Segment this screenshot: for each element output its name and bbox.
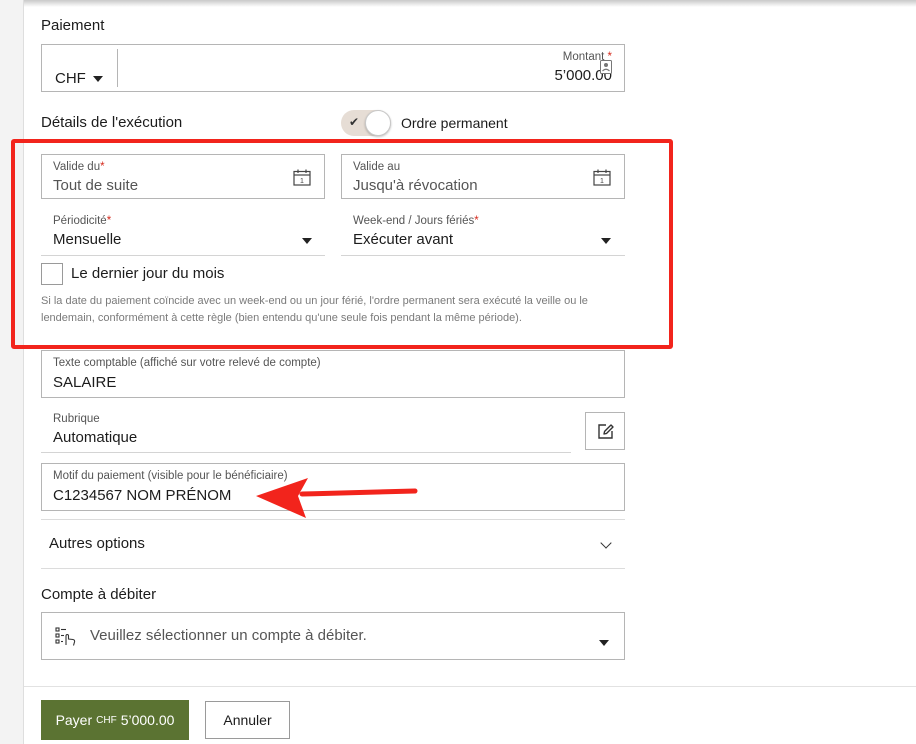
- contact-icon: [600, 60, 612, 74]
- more-options-label: Autres options: [49, 535, 145, 552]
- payment-section-title: Paiement: [41, 17, 105, 34]
- standing-order-label: Ordre permanent: [401, 115, 508, 131]
- currency-value: CHF: [55, 70, 86, 87]
- toggle-knob: [365, 110, 391, 136]
- category-field[interactable]: Rubrique Automatique: [41, 407, 571, 453]
- standing-order-toggle[interactable]: ✔: [341, 110, 391, 136]
- amount-input[interactable]: Montant * 5’000.00: [118, 45, 624, 91]
- arrow-annotation: [256, 478, 418, 518]
- caret-down-icon: [599, 640, 609, 646]
- currency-select[interactable]: CHF: [42, 45, 117, 91]
- pay-button-currency: CHF: [96, 714, 117, 726]
- check-icon: ✔: [349, 115, 360, 129]
- left-rail: [0, 0, 24, 744]
- category-value: Automatique: [53, 429, 138, 446]
- execution-section-title: Détails de l'exécution: [41, 114, 183, 131]
- account-select-icon: [55, 627, 76, 646]
- caret-down-icon: [93, 76, 103, 82]
- chevron-down-icon: [600, 537, 612, 549]
- debit-account-select[interactable]: Veuillez sélectionner un compte à débite…: [41, 612, 625, 660]
- pay-button[interactable]: Payer CHF 5’000.00: [41, 700, 189, 740]
- booking-text-field[interactable]: Texte comptable (affiché sur votre relev…: [41, 350, 625, 398]
- payment-reference-value: C1234567 NOM PRÉNOM: [53, 487, 232, 504]
- debit-account-placeholder: Veuillez sélectionner un compte à débite…: [90, 627, 367, 644]
- category-label: Rubrique: [53, 413, 100, 425]
- payment-amount-group: CHF Montant * 5’000.00: [41, 44, 625, 92]
- debit-section-title: Compte à débiter: [41, 586, 157, 603]
- edit-icon: [598, 424, 614, 439]
- pay-button-amount: 5’000.00: [120, 712, 175, 728]
- booking-text-label: Texte comptable (affiché sur votre relev…: [53, 357, 321, 369]
- top-shadow: [24, 0, 916, 7]
- cancel-button[interactable]: Annuler: [205, 701, 290, 739]
- booking-text-value: SALAIRE: [53, 374, 117, 391]
- pay-button-label: Payer: [55, 712, 93, 728]
- edit-category-button[interactable]: [585, 412, 625, 450]
- divider: [41, 568, 625, 569]
- more-options-toggle[interactable]: Autres options: [41, 520, 625, 568]
- annotation-highlight-box: [11, 139, 673, 349]
